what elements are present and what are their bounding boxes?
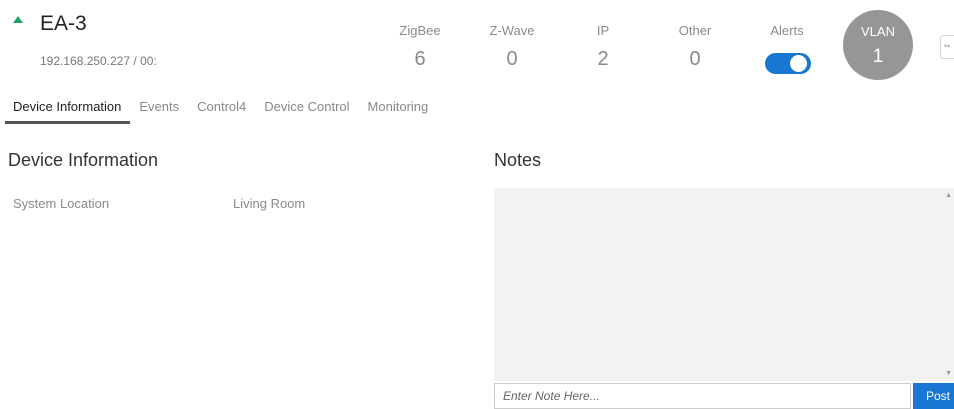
status-up-arrow-icon <box>13 16 23 23</box>
stat-zwave: Z-Wave 0 <box>472 23 552 71</box>
stat-label: IP <box>596 23 610 38</box>
device-name: EA-3 <box>40 12 87 35</box>
alerts-label: Alerts <box>770 23 804 38</box>
device-information-title: Device Information <box>8 150 159 170</box>
vlan-label: VLAN <box>861 24 895 39</box>
system-location-value: Living Room <box>233 196 306 211</box>
stat-label: Z-Wave <box>489 23 535 38</box>
alerts-group: Alerts <box>747 23 827 39</box>
tab-bar: Device Information Events Control4 Devic… <box>5 96 437 124</box>
stat-value: 2 <box>597 48 609 70</box>
stat-value: 0 <box>506 48 518 70</box>
device-detail-page: EA-3 192.168.250.227 / 00: ZigBee 6 Z-Wa… <box>0 0 954 409</box>
stat-value: 6 <box>414 48 426 70</box>
tab-events[interactable]: Events <box>130 96 188 121</box>
alerts-toggle[interactable] <box>765 53 811 74</box>
tab-device-control[interactable]: Device Control <box>255 96 358 121</box>
note-input[interactable] <box>494 383 911 409</box>
stat-ip: IP 2 <box>563 23 643 71</box>
ellipsis-icon: •• <box>944 41 951 51</box>
stat-label: ZigBee <box>399 23 441 38</box>
scroll-up-arrow-icon[interactable]: ▲ <box>945 192 952 199</box>
stat-value: 0 <box>689 48 701 70</box>
post-button[interactable]: Post <box>913 383 954 409</box>
vlan-badge: VLAN 1 <box>843 10 913 80</box>
stat-label: Other <box>678 23 712 38</box>
tab-device-information[interactable]: Device Information <box>5 96 131 124</box>
scroll-down-arrow-icon[interactable]: ▼ <box>945 370 952 377</box>
stat-other: Other 0 <box>655 23 735 71</box>
vlan-value: 1 <box>872 46 884 67</box>
more-options-button[interactable]: •• <box>940 35 954 59</box>
notes-title: Notes <box>494 150 542 170</box>
notes-list: ▲ ▼ <box>494 188 954 381</box>
stat-zigbee: ZigBee 6 <box>380 23 460 71</box>
device-address: 192.168.250.227 / 00: <box>40 54 157 68</box>
toggle-knob <box>790 55 807 72</box>
system-location-label: System Location <box>13 196 110 211</box>
tab-monitoring[interactable]: Monitoring <box>359 96 438 121</box>
tab-control4[interactable]: Control4 <box>188 96 255 121</box>
